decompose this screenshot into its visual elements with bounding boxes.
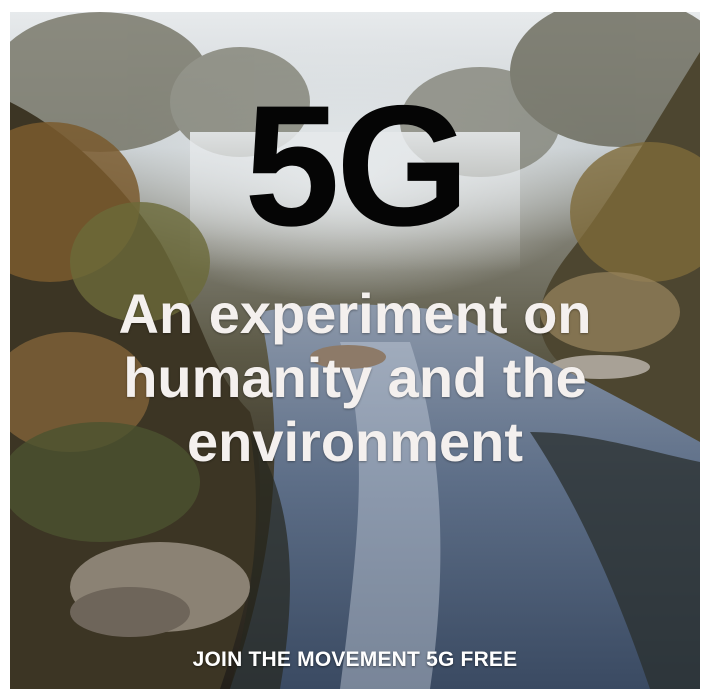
poster-photo: 5G An experiment on humanity and the env… bbox=[10, 12, 700, 689]
tagline-line-1: An experiment on bbox=[118, 282, 592, 345]
tagline-line-2: humanity and the bbox=[123, 346, 587, 409]
tagline: An experiment on humanity and the enviro… bbox=[10, 282, 700, 474]
tagline-line-3: environment bbox=[186, 410, 524, 473]
footer-call-to-action: JOIN THE MOVEMENT 5G FREE bbox=[192, 648, 518, 671]
title-5g: 5G bbox=[244, 70, 469, 262]
